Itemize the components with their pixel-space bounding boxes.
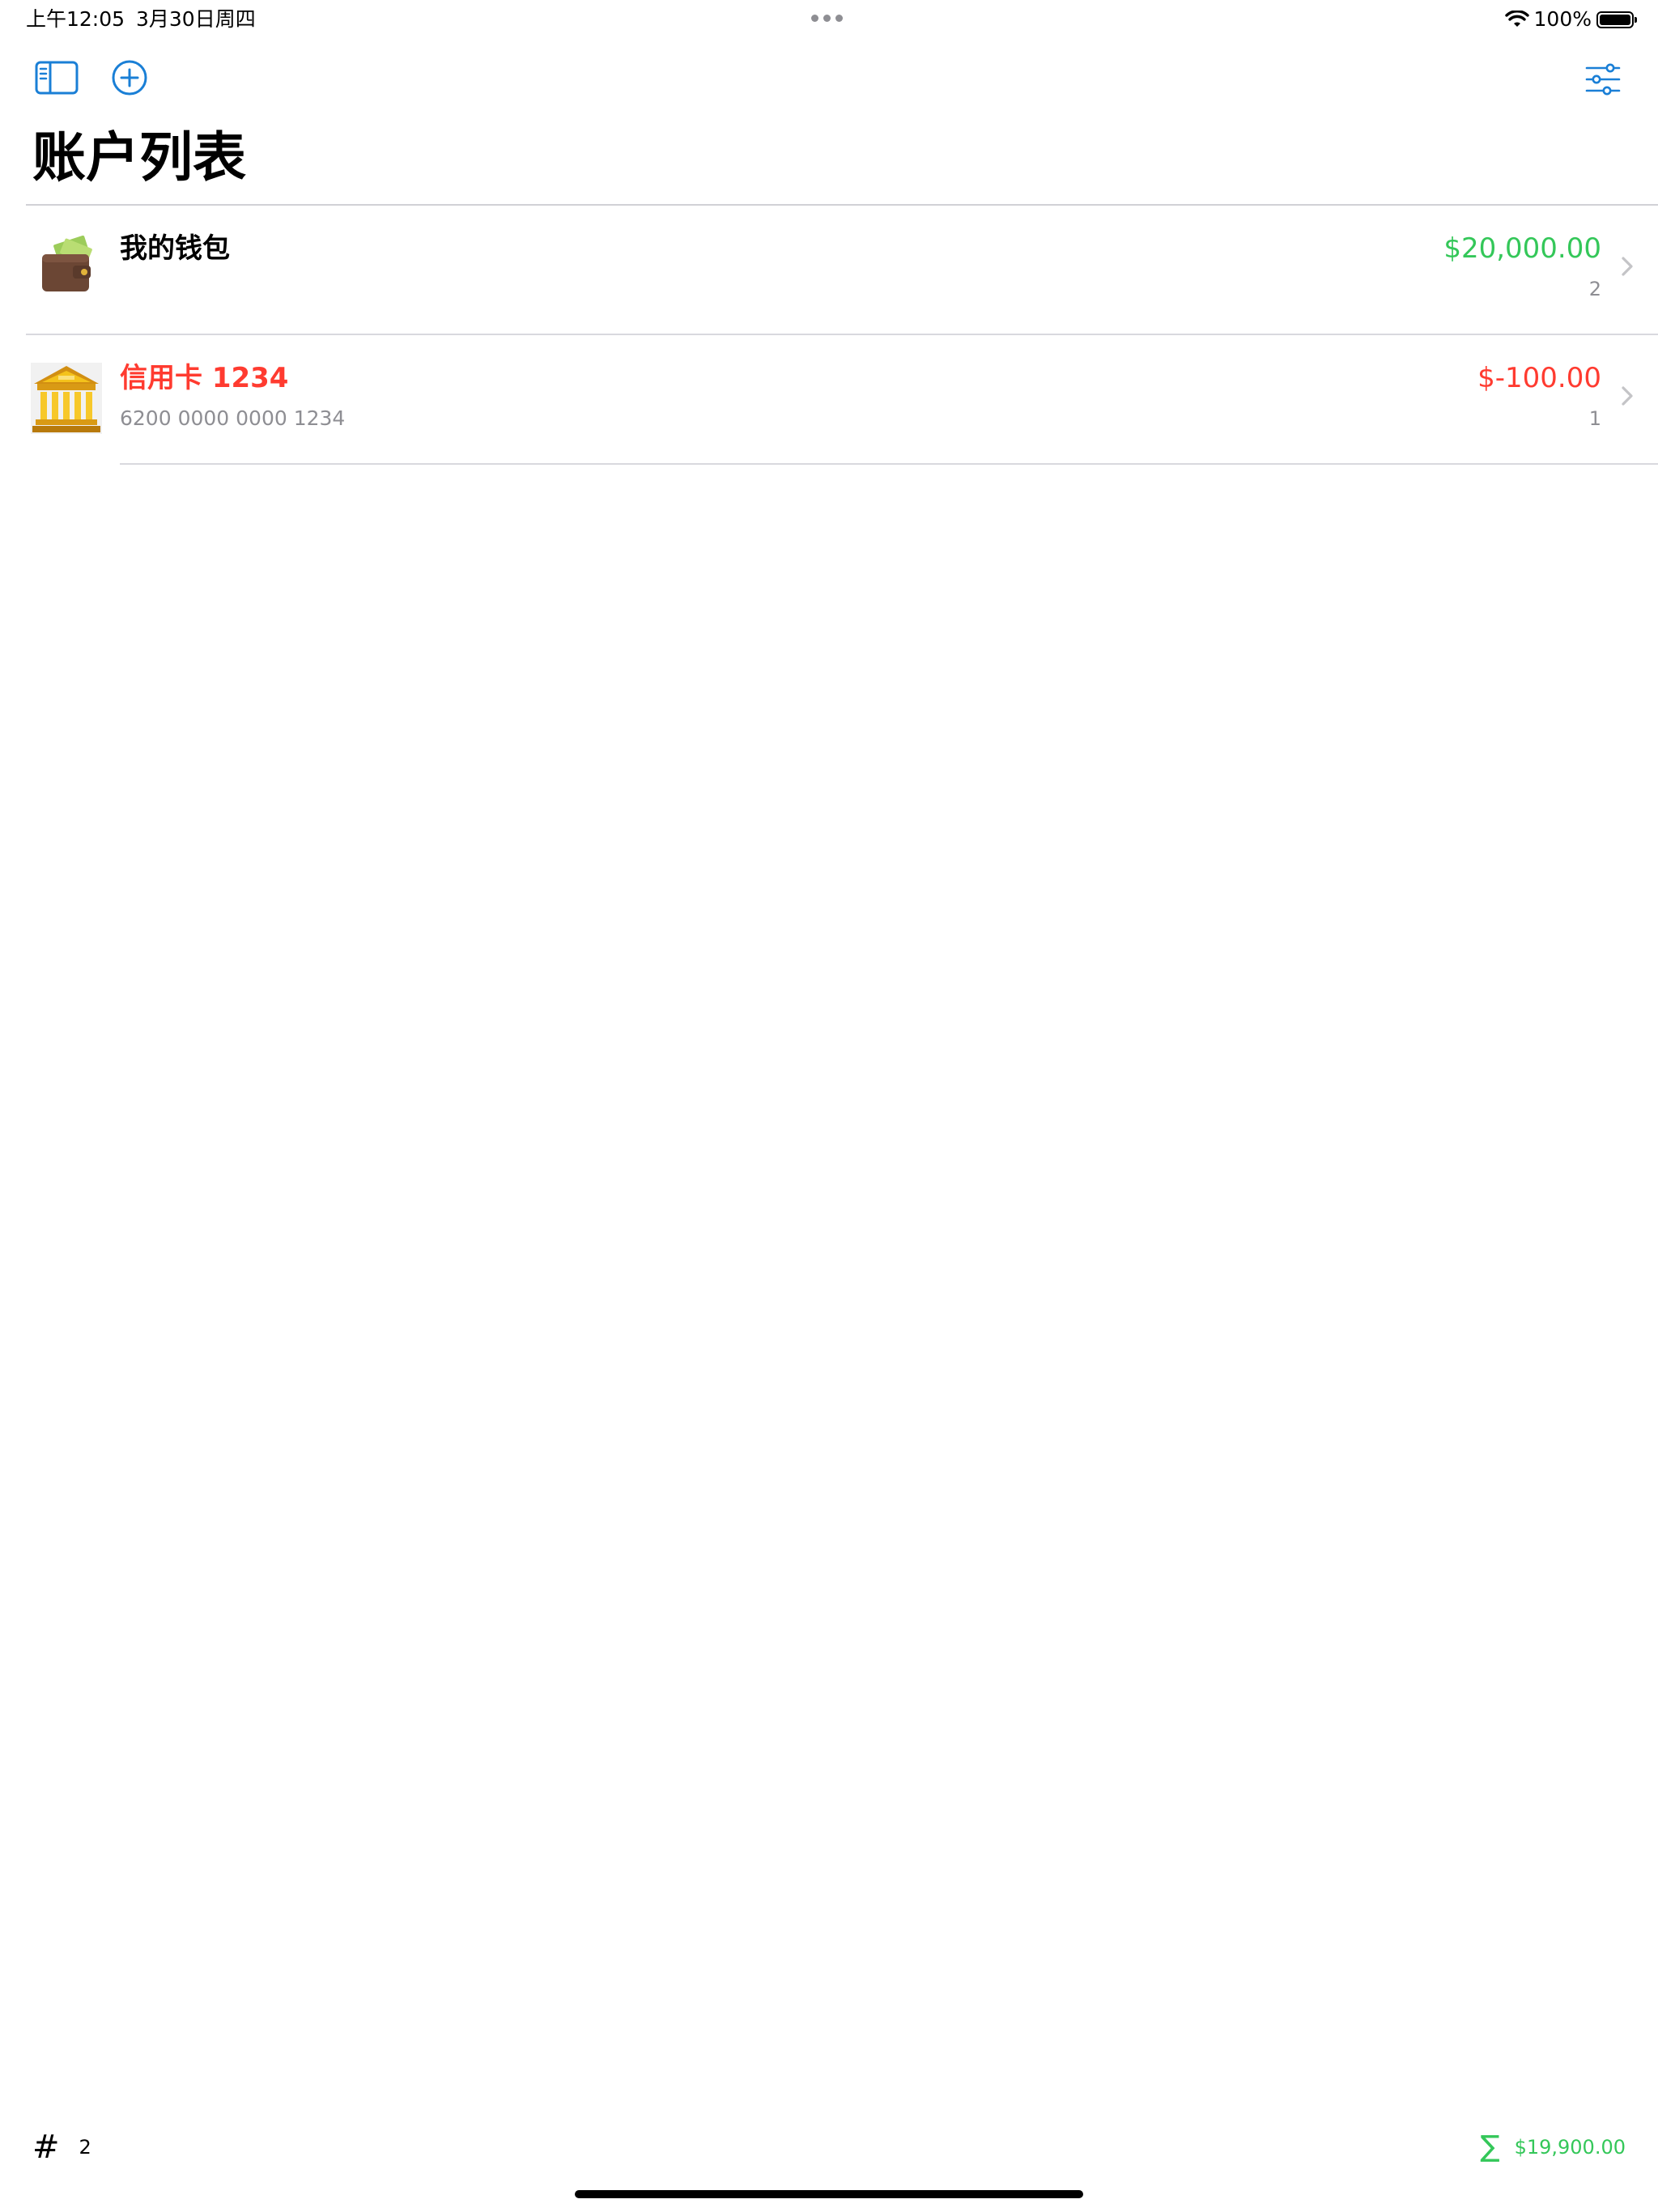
battery-percentage: 100% — [1533, 7, 1592, 31]
status-indicators: 100% — [1504, 5, 1637, 34]
add-account-button[interactable] — [108, 57, 151, 99]
account-count: 2 — [79, 2136, 91, 2159]
account-balance: $-100.00 — [1477, 362, 1601, 394]
page-title: 账户列表 — [32, 126, 246, 189]
home-indicator[interactable] — [575, 2190, 1083, 2198]
status-time: 上午12:05 — [26, 7, 125, 31]
sigma-icon: ∑ — [1480, 2130, 1500, 2163]
sidebar-icon — [35, 61, 79, 95]
battery-icon — [1596, 11, 1637, 28]
chevron-right-icon — [1622, 257, 1633, 276]
account-name: 我的钱包 — [120, 232, 230, 265]
multitasking-icon[interactable] — [811, 15, 843, 22]
status-date: 3月30日周四 — [136, 7, 256, 31]
plus-circle-icon — [112, 60, 147, 96]
account-row-credit-card[interactable]: 信用卡 1234 6200 0000 0000 1234 $-100.00 1 — [26, 335, 1658, 465]
balance-total: $19,900.00 — [1514, 2136, 1626, 2159]
transaction-count: 2 — [1588, 278, 1601, 300]
status-bar: 上午12:05 3月30日周四 100% — [0, 0, 1658, 39]
balance-total-summary: ∑ $19,900.00 — [1480, 2129, 1626, 2165]
account-card-number: 6200 0000 0000 1234 — [120, 406, 346, 430]
toggle-sidebar-button[interactable] — [32, 58, 81, 97]
account-name: 信用卡 1234 — [120, 362, 289, 394]
hash-icon: # — [32, 2129, 60, 2166]
wifi-icon — [1504, 11, 1529, 27]
account-count-summary: # 2 — [32, 2129, 91, 2165]
bank-icon — [31, 363, 102, 434]
account-balance: $20,000.00 — [1443, 232, 1601, 265]
wallet-icon — [42, 235, 92, 291]
transaction-count: 1 — [1588, 407, 1601, 430]
row-divider — [120, 463, 1658, 465]
account-row-wallet[interactable]: 我的钱包 $20,000.00 2 — [26, 206, 1658, 335]
chevron-right-icon — [1622, 386, 1633, 406]
sliders-icon — [1585, 63, 1621, 96]
filter-settings-button[interactable] — [1579, 58, 1627, 100]
